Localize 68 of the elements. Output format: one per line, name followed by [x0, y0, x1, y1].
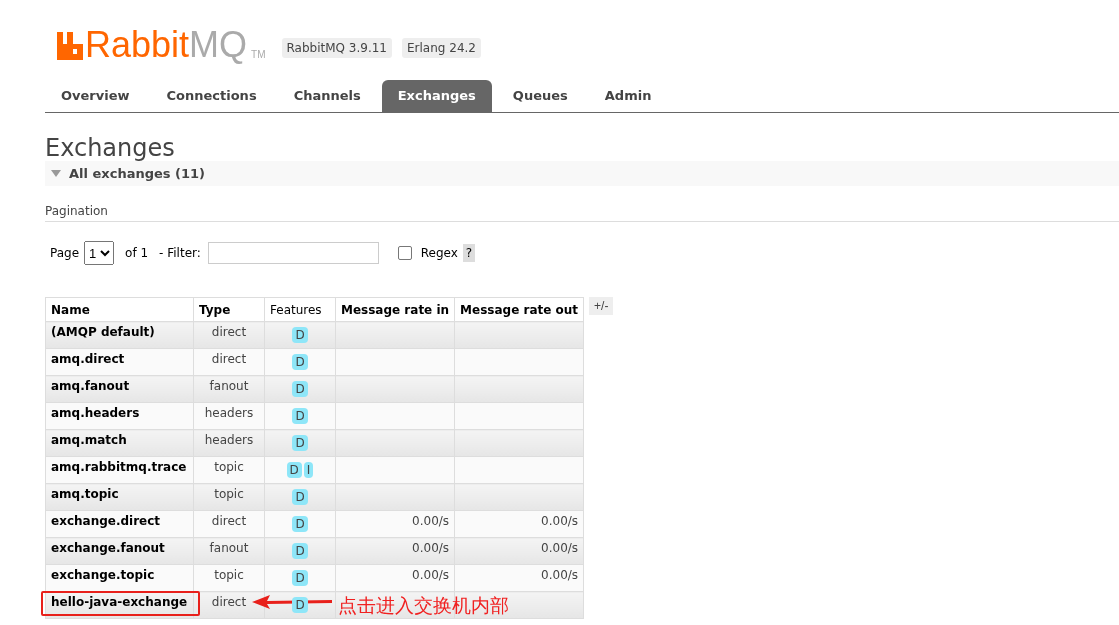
columns-toggle-button[interactable]: +/- [589, 297, 614, 315]
exchange-name-cell[interactable]: exchange.topic [45, 564, 194, 592]
type-cell: topic [193, 483, 265, 511]
section-header[interactable]: All exchanges (11) [45, 161, 1119, 186]
feature-badge: D [292, 327, 308, 343]
feature-badge: D [292, 381, 308, 397]
page-title: Exchanges [45, 135, 176, 161]
exchange-name-cell[interactable]: amq.match [45, 429, 194, 457]
type-cell: direct [193, 348, 265, 376]
feature-badge: D [292, 489, 308, 505]
regex-checkbox[interactable] [397, 246, 412, 260]
type-cell: topic [193, 456, 265, 484]
feature-badge: D [292, 408, 308, 424]
nav-tab[interactable]: Exchanges [381, 80, 492, 112]
type-cell: fanout [193, 537, 265, 565]
type-cell: headers [193, 429, 265, 457]
feature-badge: D [292, 543, 308, 559]
page-select[interactable]: 1 [84, 241, 115, 265]
rate-cell: 0.00/s [454, 537, 584, 565]
filter-field[interactable] [207, 242, 379, 264]
filter-label: - Filter: [159, 246, 201, 260]
type-cell: direct [193, 510, 265, 538]
exchange-name-cell[interactable]: amq.fanout [45, 375, 194, 403]
rabbit-logo-icon [57, 32, 83, 60]
feature-badge: D [292, 570, 308, 586]
rate-cell: 0.00/s [335, 537, 455, 565]
column-header: Features [264, 297, 336, 322]
type-cell: headers [193, 402, 265, 430]
type-cell: topic [193, 564, 265, 592]
column-header: Message rate in [335, 297, 455, 322]
exchange-name-cell[interactable]: (AMQP default) [45, 321, 194, 349]
nav-tab[interactable]: Channels [277, 80, 377, 112]
type-cell: fanout [193, 375, 265, 403]
type-cell: direct [193, 321, 265, 349]
page-count: of 1 [125, 246, 149, 260]
help-button[interactable]: ? [462, 244, 476, 262]
exchange-name-cell[interactable]: exchange.direct [45, 510, 194, 538]
nav-tab[interactable]: Admin [588, 80, 668, 112]
feature-badge: D [292, 354, 308, 370]
rate-cell: 0.00/s [335, 564, 455, 592]
nav-tab[interactable]: Overview [45, 80, 146, 112]
nav-tab[interactable]: Connections [150, 80, 273, 112]
logo-text: Rabbit [85, 30, 190, 60]
version-tag: Erlang 24.2 [402, 38, 481, 58]
nav-tab[interactable]: Queues [496, 80, 584, 112]
rate-cell: 0.00/s [335, 510, 455, 538]
rate-cell: 0.00/s [454, 510, 584, 538]
trademark-mark: TM [251, 50, 266, 60]
pagination-heading: Pagination [45, 204, 1119, 222]
exchange-name-cell[interactable]: amq.headers [45, 402, 194, 430]
feature-badge: D [286, 462, 302, 478]
feature-badge: D [292, 597, 308, 613]
feature-badge: I [303, 462, 314, 478]
version-tag: RabbitMQ 3.9.11 [281, 38, 392, 58]
feature-badge: D [292, 435, 308, 451]
column-header: Message rate out [454, 297, 584, 322]
feature-badge: D [292, 516, 308, 532]
annotation-text: 点击进入交换机内部 [338, 593, 509, 618]
exchange-name-cell[interactable]: amq.rabbitmq.trace [45, 456, 194, 484]
rate-cell: 0.00/s [454, 564, 584, 592]
exchange-name-cell[interactable]: amq.direct [45, 348, 194, 376]
exchange-name-cell[interactable]: exchange.fanout [45, 537, 194, 565]
exchange-name-cell[interactable]: amq.topic [45, 483, 194, 511]
section-title: All exchanges (11) [69, 166, 206, 181]
column-header: Name [45, 297, 194, 322]
regex-label: Regex [420, 246, 458, 260]
column-header: Type [193, 297, 265, 322]
page-label: Page [50, 246, 80, 260]
